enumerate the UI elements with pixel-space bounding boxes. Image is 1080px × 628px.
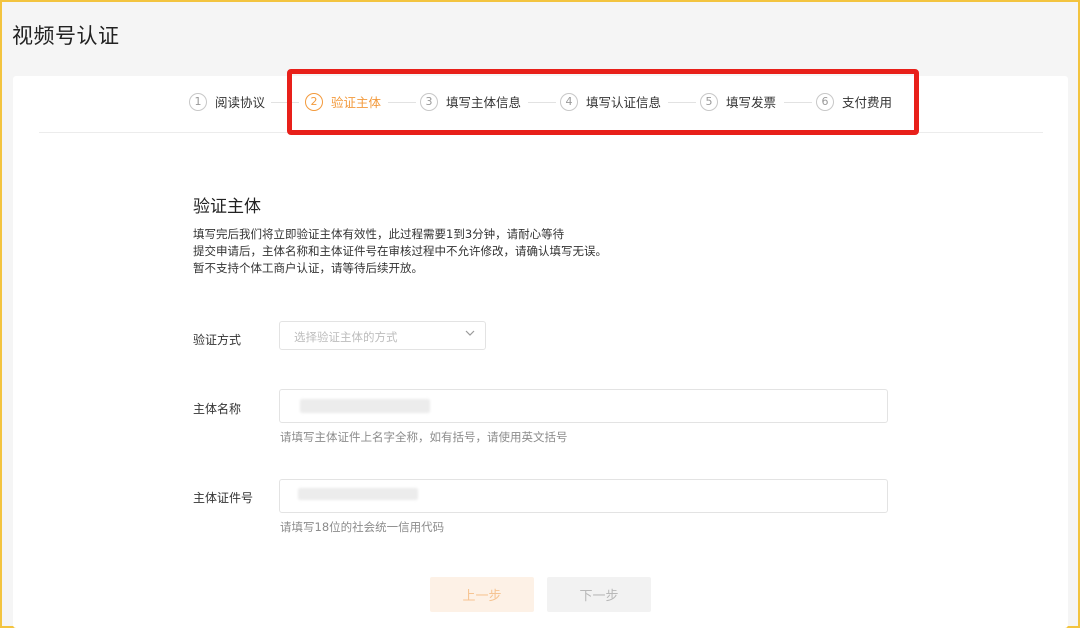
entity-name-hint: 请填写主体证件上名字全称，如有括号，请使用英文括号 <box>280 430 568 444</box>
select-placeholder: 选择验证主体的方式 <box>294 330 398 344</box>
section-title: 验证主体 <box>193 197 261 217</box>
entity-name-input[interactable] <box>279 389 888 423</box>
highlight-annotation-box <box>287 69 919 135</box>
redacted-value <box>298 488 418 500</box>
entity-id-hint: 请填写18位的社会统一信用代码 <box>280 520 445 534</box>
step-read-agreement: 1 阅读协议 <box>189 92 265 111</box>
step-number: 1 <box>189 92 207 111</box>
main-card: 1 阅读协议 2 验证主体 3 填写主体信息 4 填写认证信息 5 填写发票 6… <box>13 76 1068 628</box>
entity-name-label: 主体名称 <box>193 402 242 416</box>
step-label: 阅读协议 <box>215 95 266 110</box>
description-line: 提交申请后，主体名称和主体证件号在审核过程中不允许修改，请确认填写无误。 <box>193 244 607 258</box>
chevron-down-icon <box>465 330 475 336</box>
redacted-value <box>300 399 430 413</box>
description-line: 填写完后我们将立即验证主体有效性，此过程需要1到3分钟，请耐心等待 <box>193 227 565 241</box>
next-step-button[interactable]: 下一步 <box>547 577 651 612</box>
prev-step-button[interactable]: 上一步 <box>430 577 534 612</box>
page-title: 视频号认证 <box>12 24 120 48</box>
entity-id-input[interactable] <box>279 479 888 513</box>
description-line: 暂不支持个体工商户认证，请等待后续开放。 <box>193 261 423 275</box>
entity-id-label: 主体证件号 <box>193 491 254 505</box>
verify-method-label: 验证方式 <box>193 333 242 347</box>
verify-method-select[interactable]: 选择验证主体的方式 <box>279 321 486 350</box>
